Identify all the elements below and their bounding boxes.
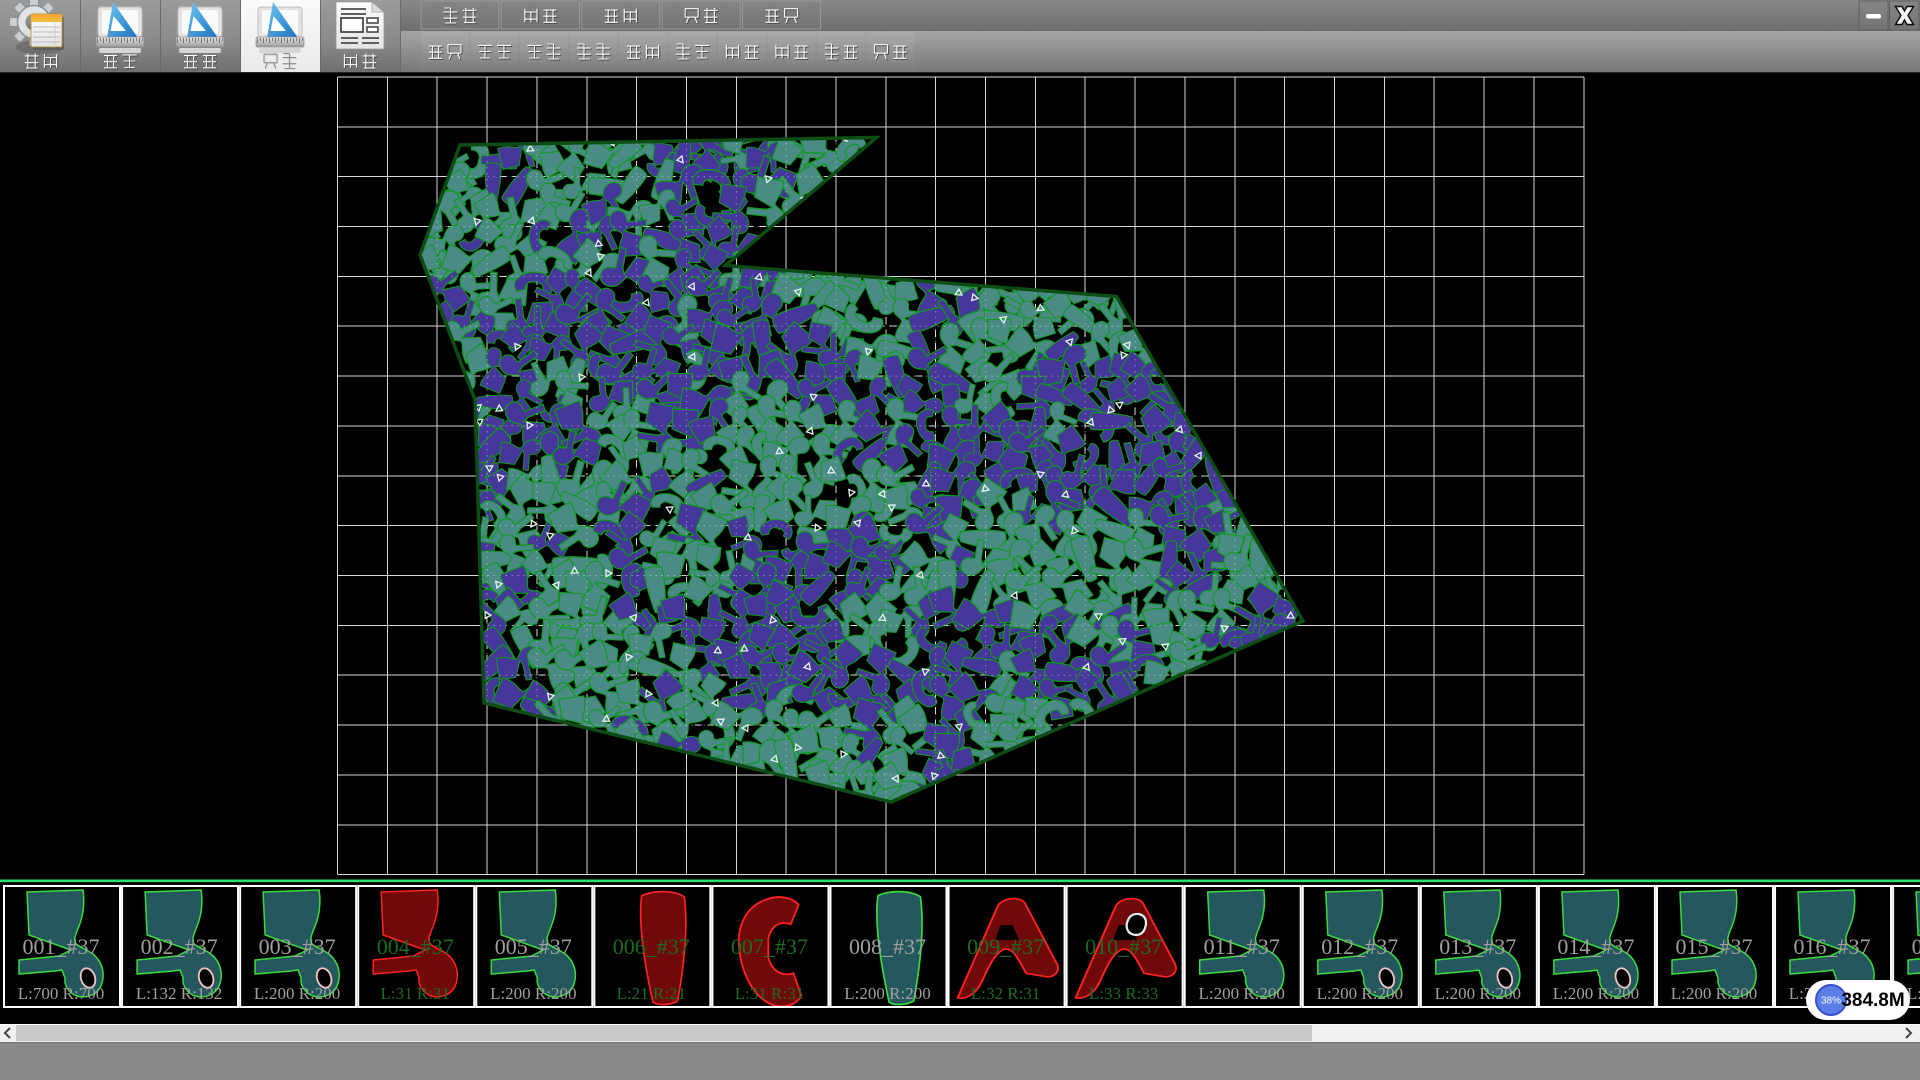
svg-text:L:200 R:200: L:200 R:200 xyxy=(1317,984,1403,1003)
svg-text:006_#37: 006_#37 xyxy=(613,934,690,959)
svg-text:L:200 R:200: L:200 R:200 xyxy=(1671,984,1757,1003)
svg-text:004_#37: 004_#37 xyxy=(377,934,454,959)
svg-text:002_#37: 002_#37 xyxy=(141,934,218,959)
svg-text:010_#37: 010_#37 xyxy=(1085,934,1162,959)
svg-text:384.8M: 384.8M xyxy=(1841,990,1904,1011)
svg-text:003_#37: 003_#37 xyxy=(259,934,336,959)
svg-text:L:200 R:200: L:200 R:200 xyxy=(1435,984,1521,1003)
svg-text:L:21 R:21: L:21 R:21 xyxy=(617,984,686,1003)
svg-text:L:700 R:700: L:700 R:700 xyxy=(18,984,104,1003)
svg-text:L:200 R:200: L:200 R:200 xyxy=(1553,984,1639,1003)
svg-text:011_#37: 011_#37 xyxy=(1204,934,1280,959)
svg-text:L:31 R:31: L:31 R:31 xyxy=(735,984,804,1003)
svg-text:L:200 R:200: L:200 R:200 xyxy=(1198,984,1284,1003)
svg-text:005_#37: 005_#37 xyxy=(495,934,572,959)
svg-text:L:31 R:31: L:31 R:31 xyxy=(380,984,449,1003)
svg-text:007_#37: 007_#37 xyxy=(731,934,808,959)
svg-text:38%: 38% xyxy=(1821,996,1841,1007)
svg-text:L:200 R:200: L:200 R:200 xyxy=(844,984,930,1003)
svg-text:012_#37: 012_#37 xyxy=(1321,934,1398,959)
svg-text:014_#37: 014_#37 xyxy=(1557,934,1634,959)
svg-text:L:33 R:33: L:33 R:33 xyxy=(1089,984,1158,1003)
svg-text:016_#37: 016_#37 xyxy=(1794,934,1871,959)
svg-text:001_#37: 001_#37 xyxy=(23,934,100,959)
svg-text:L:32 R:31: L:32 R:31 xyxy=(971,984,1040,1003)
svg-text:L:200 R:200: L:200 R:200 xyxy=(254,984,340,1003)
svg-text:L:200 R:200: L:200 R:200 xyxy=(490,984,576,1003)
svg-text:013_#37: 013_#37 xyxy=(1439,934,1516,959)
svg-text:017_#37: 017_#37 xyxy=(1912,934,1920,959)
svg-text:L:132 R:132: L:132 R:132 xyxy=(136,984,222,1003)
svg-text:009_#37: 009_#37 xyxy=(967,934,1044,959)
svg-text:015_#37: 015_#37 xyxy=(1676,934,1753,959)
svg-text:008_#37: 008_#37 xyxy=(849,934,926,959)
